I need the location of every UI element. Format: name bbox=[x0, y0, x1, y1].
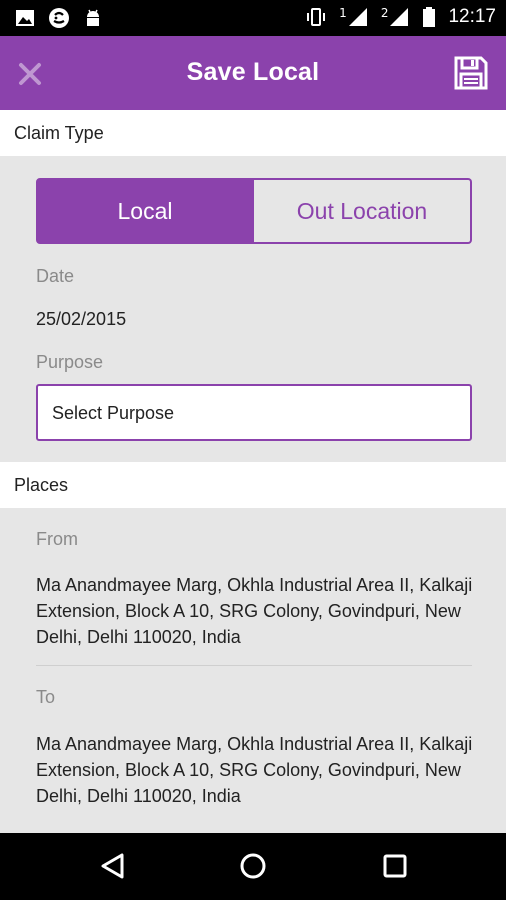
purpose-select[interactable]: Select Purpose bbox=[36, 384, 472, 441]
to-label: To bbox=[36, 687, 56, 707]
clock: 12:17 bbox=[448, 6, 496, 27]
image-icon bbox=[16, 10, 34, 26]
vibrate-icon bbox=[307, 8, 326, 26]
back-icon[interactable] bbox=[98, 851, 128, 881]
signal-2: 2 bbox=[381, 6, 411, 28]
page-title: Save Local bbox=[186, 58, 320, 86]
chat-icon bbox=[49, 8, 69, 28]
purpose-label: Purpose bbox=[36, 352, 104, 372]
to-address[interactable]: Ma Anandmayee Marg, Okhla Industrial Are… bbox=[36, 731, 476, 809]
signal-icon bbox=[390, 8, 409, 26]
date-value[interactable]: 25/02/2015 bbox=[36, 309, 126, 330]
recents-icon[interactable] bbox=[380, 851, 410, 881]
claim-type-title: Claim Type bbox=[14, 123, 104, 143]
battery-icon bbox=[423, 7, 436, 27]
from-address[interactable]: Ma Anandmayee Marg, Okhla Industrial Are… bbox=[36, 572, 476, 650]
signal-icon bbox=[348, 8, 367, 26]
app-bar: Save Local bbox=[0, 36, 506, 110]
date-label: Date bbox=[36, 266, 75, 286]
claim-type-local-button[interactable]: Local bbox=[36, 178, 254, 244]
places-header: Places bbox=[0, 462, 506, 508]
home-icon[interactable] bbox=[238, 851, 268, 881]
claim-type-header: Claim Type bbox=[0, 110, 506, 156]
signal-2-label: 2 bbox=[380, 6, 389, 20]
android-icon bbox=[87, 9, 99, 26]
signal-1-label: 1 bbox=[339, 6, 347, 20]
status-bar: 1 2 12:17 bbox=[0, 0, 506, 36]
from-label: From bbox=[36, 529, 78, 549]
navigation-bar bbox=[0, 833, 506, 900]
signal-1: 1 bbox=[339, 6, 369, 28]
places-title: Places bbox=[14, 475, 69, 495]
claim-type-out-location-button[interactable]: Out Location bbox=[254, 178, 472, 244]
divider bbox=[36, 665, 472, 666]
floppy-disk-icon[interactable] bbox=[452, 54, 490, 92]
purpose-select-value: Select Purpose bbox=[52, 403, 175, 423]
